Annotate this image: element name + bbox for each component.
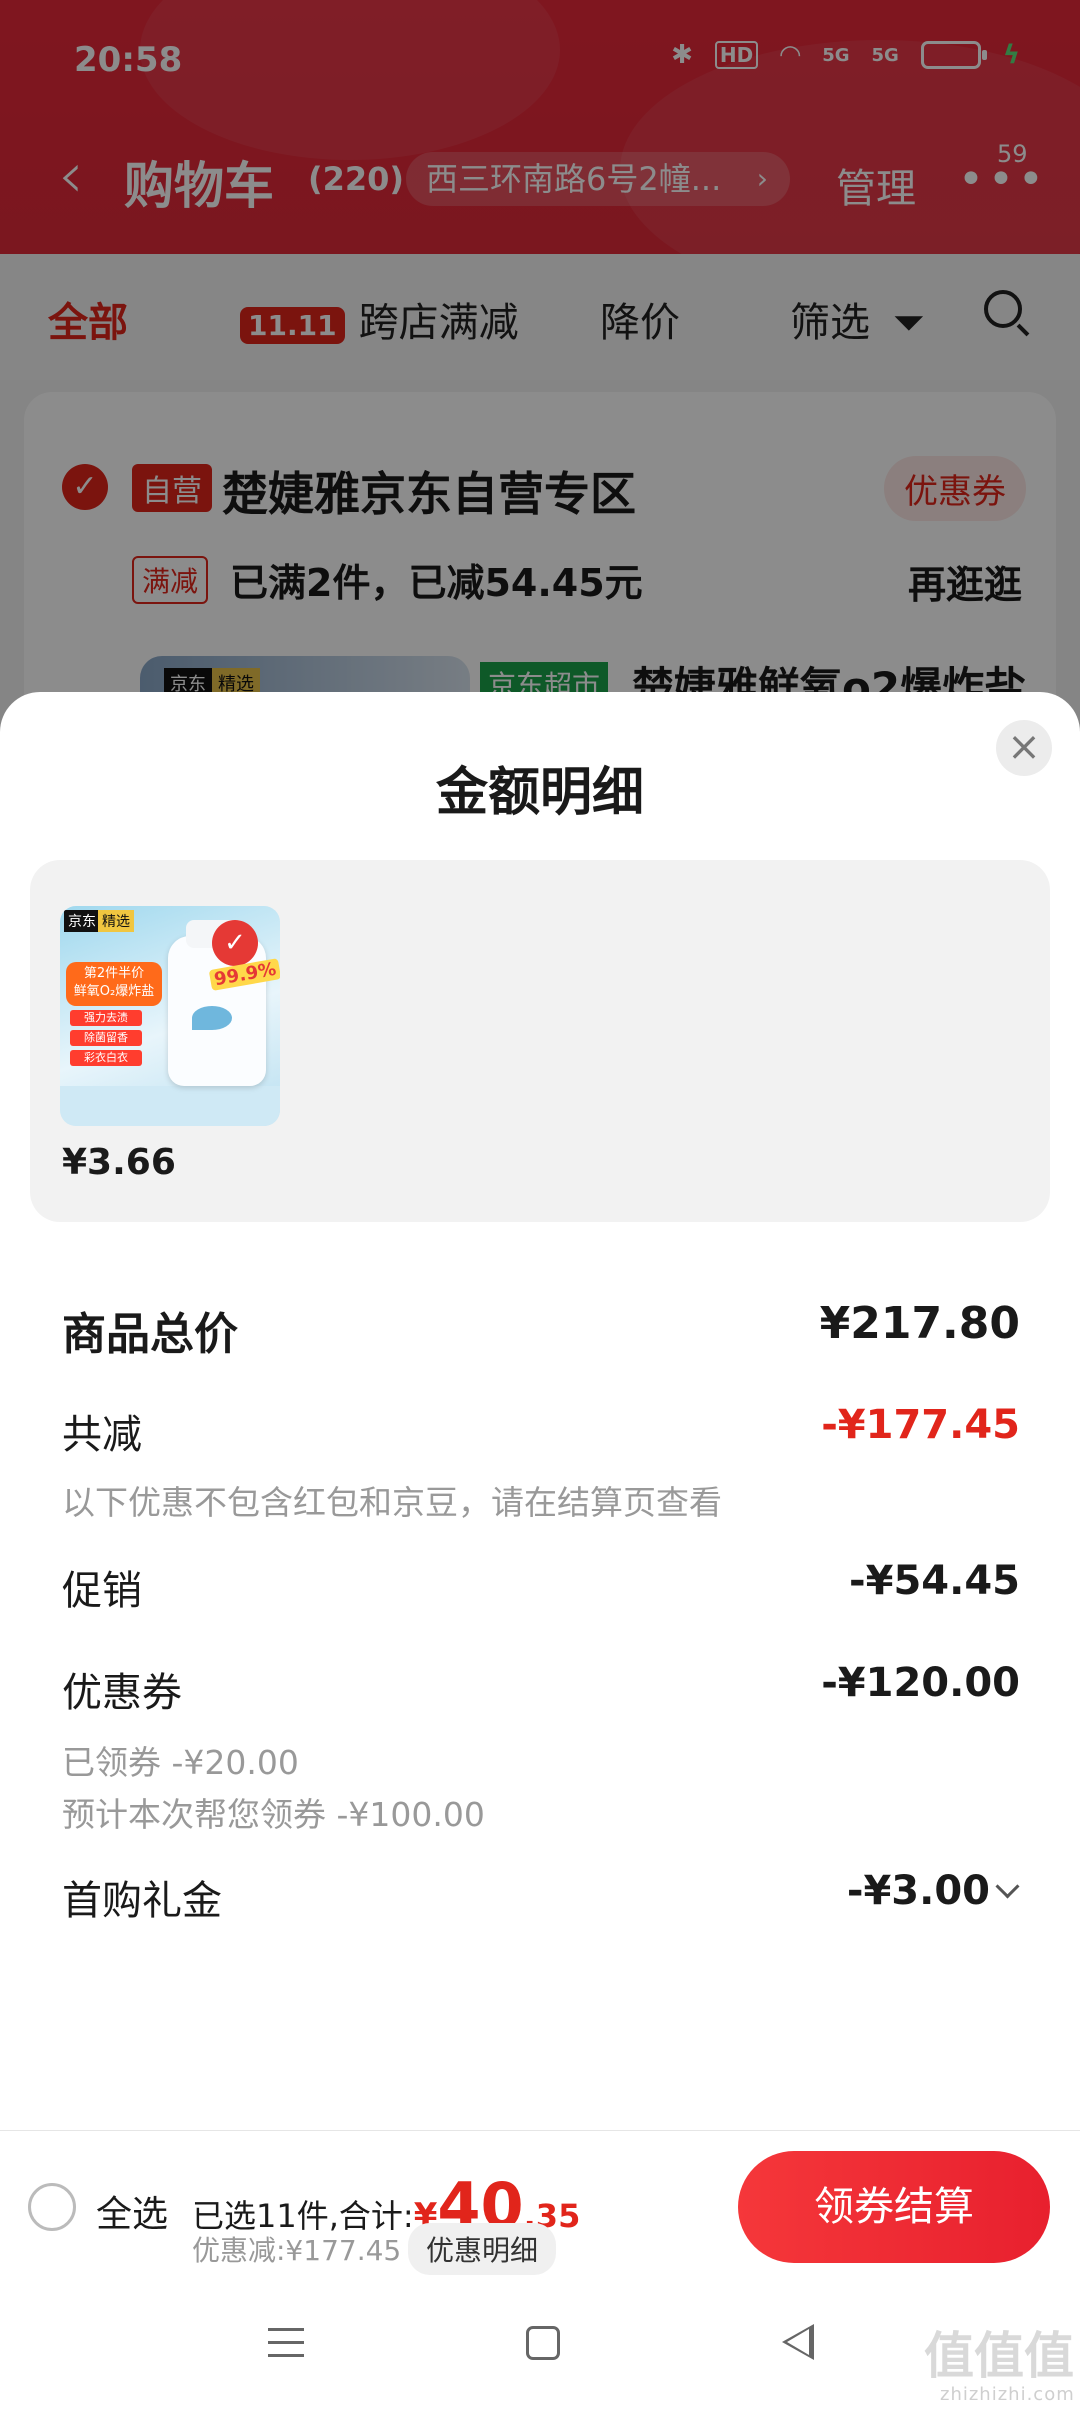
promo-line: 鲜氧O₂爆炸盐 [73,984,155,999]
close-icon[interactable]: × [996,720,1052,776]
promotion-label: 促销 [62,1568,142,1614]
promotion-value: -¥54.45 [849,1558,1020,1604]
first-gift-row[interactable]: 首购礼金 -¥3.00 [62,1868,1020,1924]
reduction-note: 以下优惠不包含红包和京豆，请在结算页查看 [62,1483,722,1522]
chevron-down-icon[interactable] [995,1874,1020,1899]
checkout-button[interactable]: 领券结算 [738,2151,1050,2263]
bottle-logo [192,1006,232,1030]
reduction-row: 共减 -¥177.45 [62,1402,1020,1458]
sheet-title: 金额明细 [435,763,644,823]
promotion-row: 促销 -¥54.45 [62,1558,1020,1614]
coupon-label: 优惠券 [62,1670,182,1716]
jd-tag: 京东 [64,910,100,932]
select-all-label[interactable]: 全选 [96,2185,168,2237]
watermark-site: zhizhizhi.com [940,2384,1075,2405]
select-tag: 精选 [98,910,134,932]
discount-detail-button[interactable]: 优惠明细 [408,2223,557,2275]
total-price-label: 商品总价 [62,1309,238,1360]
coupon-value: -¥120.00 [821,1660,1020,1706]
feature-chip: 强力去渍 [70,1010,142,1026]
product-price: ¥3.66 [62,1142,176,1183]
select-all-checkbox[interactable] [28,2183,76,2231]
nav-back-icon[interactable] [782,2324,814,2360]
promo-badge: 第2件半价 鲜氧O₂爆炸盐 [66,962,162,1006]
total-price-value: ¥217.80 [819,1298,1020,1349]
product-image[interactable]: 京东 精选 第2件半价 鲜氧O₂爆炸盐 强力去渍 除菌留香 彩衣白衣 ✓ 99.… [60,906,280,1126]
promo-line: 第2件半价 [83,966,145,981]
image-stand [60,1086,280,1126]
first-gift-label: 首购礼金 [62,1878,222,1924]
system-nav-bar [0,2278,1080,2412]
watermark-logo: 值值值 [924,2327,1074,2385]
first-gift-value: -¥3.00 [846,1868,990,1914]
nav-menu-icon[interactable] [268,2328,304,2367]
discount-text: 优惠减:¥177.45 [192,2234,402,2267]
coupon-row: 优惠券 -¥120.00 [62,1660,1020,1716]
reduction-label: 共减 [62,1412,142,1458]
product-panel: 京东 精选 第2件半价 鲜氧O₂爆炸盐 强力去渍 除菌留香 彩衣白衣 ✓ 99.… [30,860,1050,1222]
check-icon: ✓ [212,920,258,966]
feature-chip: 彩衣白衣 [70,1050,142,1066]
coupon-claimed: 已领券 -¥20.00 [62,1743,299,1782]
reduction-value: -¥177.45 [821,1402,1020,1448]
feature-chip: 除菌留香 [70,1030,142,1046]
total-price-row: 商品总价 ¥217.80 [62,1298,1020,1360]
nav-home-icon[interactable] [526,2326,560,2360]
checkout-bar: 全选 已选11件,合计:¥40.35 优惠减:¥177.45 优惠明细 领券结算 [0,2130,1080,2279]
coupon-estimated: 预计本次帮您领券 -¥100.00 [62,1795,485,1834]
